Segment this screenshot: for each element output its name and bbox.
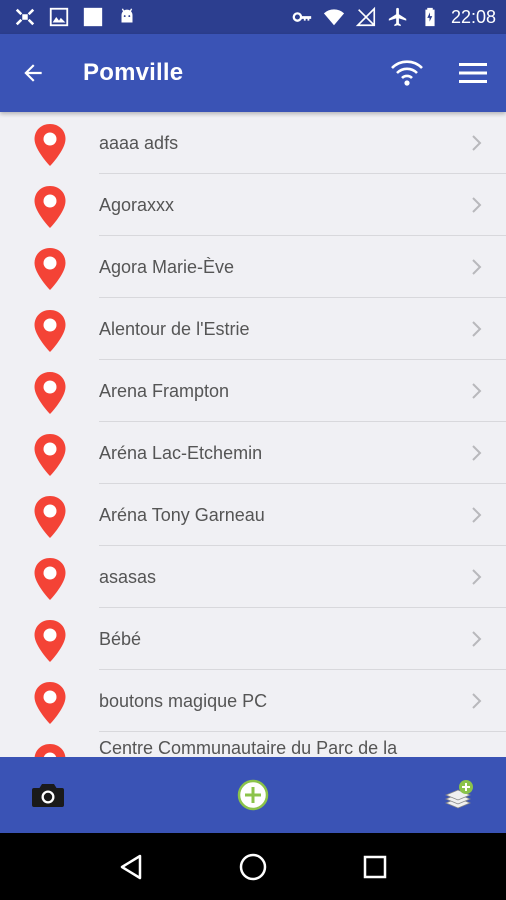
list-item-label: Centre Communautaire du Parc de la [99, 738, 398, 757]
map-pin-icon [30, 681, 70, 725]
list-item[interactable]: asasas [0, 546, 506, 608]
camera-icon [32, 784, 64, 807]
map-pin-icon [30, 123, 70, 167]
home-circle-icon [239, 853, 267, 880]
list-item-label: Bébé [99, 628, 142, 649]
chevron-right-icon [472, 693, 482, 709]
list-item[interactable]: Arena Frampton [0, 360, 506, 422]
places-list[interactable]: aaaa adfs Agoraxxx Agora Marie-Ève Alent… [0, 112, 506, 757]
map-pin-icon [30, 247, 70, 291]
system-nav-bar [0, 833, 506, 900]
nav-home-button[interactable] [229, 843, 277, 891]
recents-square-icon [363, 855, 387, 878]
chevron-right-icon [472, 445, 482, 461]
map-pin-icon [30, 743, 70, 757]
list-item-label: Aréna Lac-Etchemin [99, 442, 263, 463]
list-item[interactable]: Agoraxxx [0, 174, 506, 236]
list-item[interactable]: Bébé [0, 608, 506, 670]
chevron-right-icon [472, 507, 482, 523]
square-notification-icon [82, 6, 104, 28]
list-item-label: Agoraxxx [99, 194, 175, 215]
no-signal-icon [355, 6, 377, 28]
list-item[interactable]: boutons magique PC [0, 670, 506, 732]
map-pin-icon [30, 309, 70, 353]
image-notification-icon [48, 6, 70, 28]
map-pin-icon [30, 495, 70, 539]
wifi-icon [391, 60, 423, 86]
status-time: 22:08 [450, 6, 496, 27]
list-item[interactable]: Aréna Lac-Etchemin [0, 422, 506, 484]
map-pin-icon [30, 185, 70, 229]
map-pin-icon [30, 371, 70, 415]
wifi-status-icon [323, 6, 345, 28]
map-pin-icon [30, 433, 70, 477]
list-item[interactable]: Centre Communautaire du Parc de la [0, 732, 506, 757]
list-item[interactable]: Aréna Tony Garneau [0, 484, 506, 546]
camera-button[interactable] [28, 775, 68, 815]
list-item-label: Arena Frampton [99, 380, 230, 401]
list-item[interactable]: Agora Marie-Ève [0, 236, 506, 298]
key-icon [291, 6, 313, 28]
list-item-label: Alentour de l'Estrie [99, 318, 250, 339]
android-notification-icon [116, 6, 138, 28]
map-pin-icon [30, 557, 70, 601]
menu-icon [459, 63, 487, 83]
add-layers-button[interactable] [438, 775, 478, 815]
nav-back-button[interactable] [107, 843, 155, 891]
drone-notification-icon [14, 6, 36, 28]
nav-recents-button[interactable] [351, 843, 399, 891]
chevron-right-icon [472, 569, 482, 585]
chevron-right-icon [472, 631, 482, 647]
airplane-mode-icon [387, 6, 409, 28]
list-item[interactable]: Alentour de l'Estrie [0, 298, 506, 360]
list-item-label: boutons magique PC [99, 690, 268, 711]
list-item-label: asasas [99, 566, 157, 587]
chevron-right-icon [472, 259, 482, 275]
page-title: Pomville [83, 59, 184, 86]
list-item-label: aaaa adfs [99, 132, 179, 153]
app-bar: Pomville [0, 34, 506, 112]
bottom-toolbar [0, 757, 506, 833]
chevron-right-icon [472, 321, 482, 337]
list-item[interactable]: aaaa adfs [0, 112, 506, 174]
battery-icon [419, 6, 441, 28]
status-notifications [14, 6, 138, 28]
list-item-label: Agora Marie-Ève [99, 256, 235, 277]
wifi-button[interactable] [374, 34, 440, 112]
chevron-right-icon [472, 197, 482, 213]
map-pin-icon [30, 619, 70, 663]
back-triangle-icon [120, 854, 142, 879]
status-bar: 22:08 [0, 0, 506, 34]
chevron-right-icon [472, 383, 482, 399]
back-button[interactable] [0, 34, 66, 112]
status-system: 22:08 [291, 6, 496, 28]
add-circle-icon [237, 779, 269, 811]
arrow-left-icon [24, 64, 42, 82]
add-button[interactable] [233, 775, 273, 815]
add-layers-icon [444, 780, 473, 809]
list-item-label: Aréna Tony Garneau [99, 504, 265, 525]
chevron-right-icon [472, 135, 482, 151]
menu-button[interactable] [440, 34, 506, 112]
